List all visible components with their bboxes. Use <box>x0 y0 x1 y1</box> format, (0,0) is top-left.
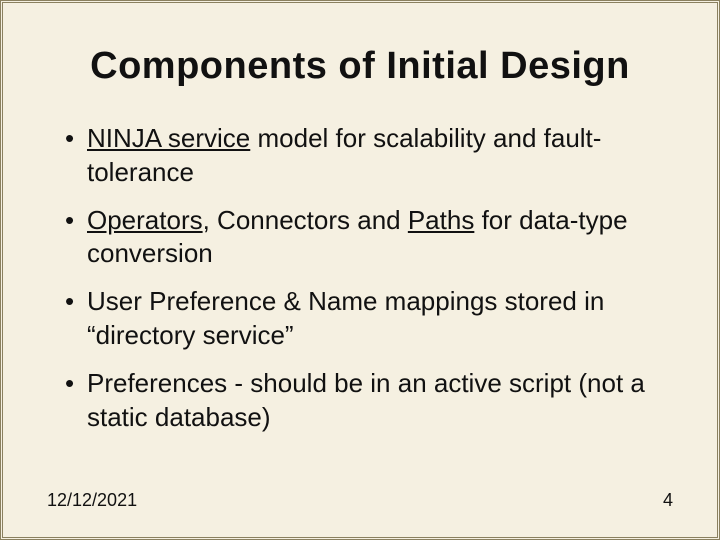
bullet-item: Operators, Connectors and Paths for data… <box>65 204 673 272</box>
bullet-list: NINJA service model for scalability and … <box>65 122 673 434</box>
bullet-text: User Preference & Name mappings stored i… <box>87 286 604 350</box>
bullet-item: Preferences - should be in an active scr… <box>65 367 673 435</box>
footer-date: 12/12/2021 <box>47 490 137 511</box>
bullet-underline: Paths <box>408 205 475 235</box>
bullet-item: User Preference & Name mappings stored i… <box>65 285 673 353</box>
bullet-underline: NINJA service <box>87 123 250 153</box>
slide: Components of Initial Design NINJA servi… <box>0 0 720 540</box>
bullet-item: NINJA service model for scalability and … <box>65 122 673 190</box>
slide-footer: 12/12/2021 4 <box>47 490 673 511</box>
bullet-text: , Connectors and <box>203 205 408 235</box>
slide-title: Components of Initial Design <box>47 45 673 88</box>
bullet-underline: Operators <box>87 205 203 235</box>
bullet-text: Preferences - should be in an active scr… <box>87 368 645 432</box>
footer-page-number: 4 <box>663 490 673 511</box>
